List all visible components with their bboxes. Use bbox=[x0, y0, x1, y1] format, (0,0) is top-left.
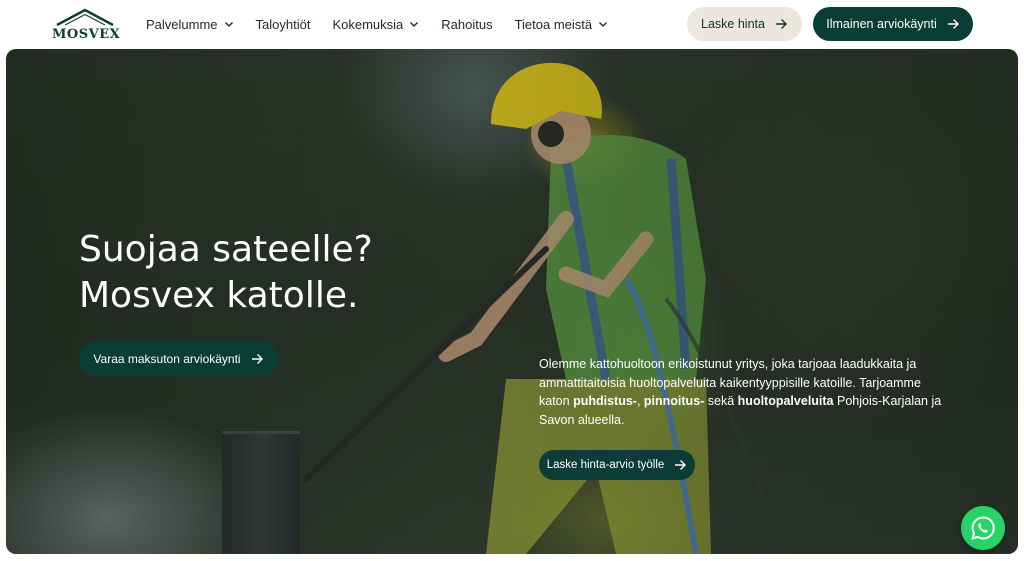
whatsapp-icon bbox=[971, 516, 995, 540]
hero-title-line-2: Mosvex katolle. bbox=[79, 275, 359, 316]
nav-item-label: Taloyhtiöt bbox=[255, 16, 311, 32]
site-header: MOSVEX Palvelumme Taloyhtiöt Kokemuksia … bbox=[0, 0, 1024, 48]
free-visit-button[interactable]: Ilmainen arviokäynti bbox=[813, 7, 973, 41]
nav-item-palvelumme[interactable]: Palvelumme bbox=[146, 17, 234, 32]
desc-text: sekä bbox=[704, 394, 738, 408]
nav-item-tietoa-meista[interactable]: Tietoa meistä bbox=[515, 17, 609, 32]
desc-bold: huoltopalveluita bbox=[737, 394, 834, 408]
arrow-right-icon bbox=[947, 19, 959, 29]
main-nav: Palvelumme Taloyhtiöt Kokemuksia Rahoitu… bbox=[146, 0, 608, 48]
nav-item-taloyhtiot[interactable]: Taloyhtiöt bbox=[256, 17, 311, 32]
desc-bold: pinnoitus- bbox=[643, 394, 705, 408]
arrow-right-icon bbox=[775, 19, 787, 29]
free-visit-label: Ilmainen arviokäynti bbox=[826, 17, 937, 31]
book-free-assessment-label: Varaa maksuton arviokäynti bbox=[93, 351, 241, 366]
price-estimate-button[interactable]: Laske hinta-arvio työlle bbox=[539, 450, 695, 480]
nav-item-label: Kokemuksia bbox=[332, 16, 404, 32]
brand-name: MOSVEX bbox=[52, 27, 121, 42]
nav-item-label: Tietoa meistä bbox=[514, 16, 593, 32]
price-estimate-label: Laske hinta-arvio työlle bbox=[546, 459, 665, 471]
chevron-down-icon bbox=[410, 22, 419, 27]
calculate-price-label: Laske hinta bbox=[701, 17, 765, 31]
house-roof-logo-icon bbox=[56, 8, 114, 26]
chevron-down-icon bbox=[224, 22, 233, 27]
brand-logo[interactable]: MOSVEX bbox=[52, 8, 121, 42]
chevron-down-icon bbox=[599, 22, 608, 27]
book-free-assessment-button[interactable]: Varaa maksuton arviokäynti bbox=[79, 341, 278, 376]
calculate-price-button[interactable]: Laske hinta bbox=[687, 7, 802, 41]
arrow-right-icon bbox=[675, 460, 687, 470]
desc-bold: puhdistus- bbox=[573, 394, 637, 408]
hero-section: Suojaa sateelle? Mosvex katolle. Varaa m… bbox=[6, 49, 1018, 554]
nav-item-label: Rahoitus bbox=[441, 16, 493, 32]
hero-title: Suojaa sateelle? Mosvex katolle. bbox=[79, 227, 419, 319]
nav-item-label: Palvelumme bbox=[146, 16, 218, 32]
nav-item-rahoitus[interactable]: Rahoitus bbox=[441, 17, 492, 32]
whatsapp-chat-button[interactable] bbox=[961, 506, 1005, 550]
nav-item-kokemuksia[interactable]: Kokemuksia bbox=[332, 17, 419, 32]
desc-text: , bbox=[636, 394, 644, 408]
hero-title-line-1: Suojaa sateelle? bbox=[79, 229, 373, 270]
arrow-right-icon bbox=[251, 353, 263, 364]
hero-description: Olemme kattohuoltoon erikoistunut yritys… bbox=[539, 355, 949, 429]
